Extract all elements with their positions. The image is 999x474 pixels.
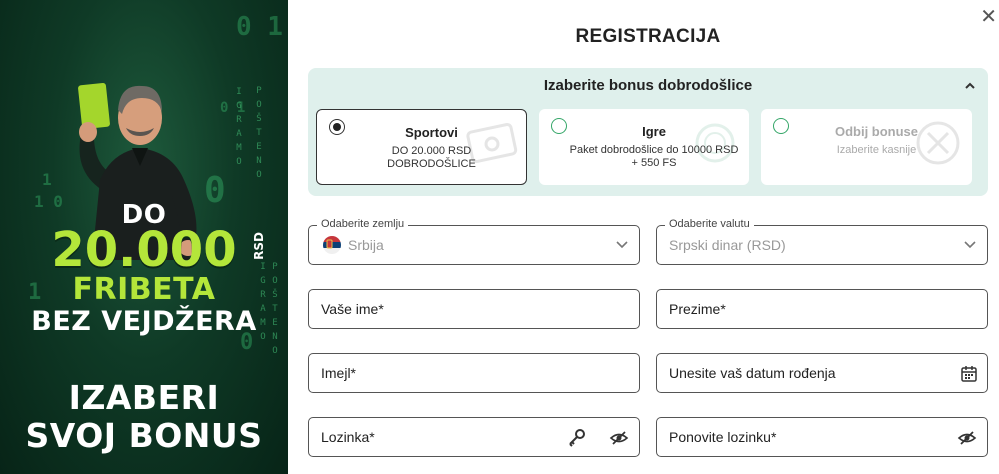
password-field[interactable]: Lozinka* bbox=[308, 417, 640, 457]
chevron-up-icon[interactable] bbox=[964, 80, 976, 94]
bonus-option-desc: DO 20.000 RSD DOBRODOŠLICE bbox=[387, 145, 476, 170]
currency-select[interactable]: Odaberite valutu Srpski dinar (RSD) bbox=[656, 218, 988, 265]
registration-page: 0 1 1 0 1 0 0 1 1 0 IGRAMO POŠTENO IGRAM… bbox=[0, 0, 999, 474]
first-name-placeholder: Vaše ime* bbox=[321, 301, 384, 317]
password-repeat-placeholder: Ponovite lozinku* bbox=[669, 429, 777, 445]
bonus-option-title: Odbij bonuse bbox=[834, 124, 919, 139]
registration-form: ✕ REGISTRACIJA Izaberite bonus dobrodošl… bbox=[288, 0, 999, 474]
birthdate-field[interactable]: Unesite vaš datum rođenja bbox=[656, 353, 988, 393]
bonus-selector: Izaberite bonus dobrodošlice Sportovi DO… bbox=[308, 68, 988, 196]
currency-value: Srpski dinar (RSD) bbox=[669, 237, 786, 253]
serbia-flag-icon bbox=[323, 236, 341, 254]
key-icon[interactable] bbox=[567, 428, 587, 448]
promo-fribeta: FRIBETA bbox=[72, 272, 216, 307]
promo-currency: RSD bbox=[252, 232, 266, 260]
country-label: Odaberite zemlju bbox=[317, 218, 409, 230]
close-icon[interactable]: ✕ bbox=[980, 4, 997, 28]
promo-no-wager: BEZ VEJDŽERA bbox=[31, 306, 257, 337]
bonus-option-decline[interactable]: Odbij bonuse Izaberite kasnije bbox=[761, 109, 972, 185]
radio-button-decline[interactable] bbox=[773, 118, 789, 134]
country-select[interactable]: Odaberite zemlju Srbija bbox=[308, 218, 640, 265]
chevron-down-icon bbox=[616, 241, 628, 249]
last-name-placeholder: Prezime* bbox=[669, 301, 726, 317]
eye-slash-icon[interactable] bbox=[609, 428, 629, 448]
promo-vertical-text: POŠTENO bbox=[256, 86, 262, 180]
promo-banner[interactable]: 0 1 1 0 1 0 0 1 1 0 IGRAMO POŠTENO IGRAM… bbox=[0, 0, 288, 474]
chevron-down-icon bbox=[964, 241, 976, 249]
promo-your-bonus: SVOJ BONUS bbox=[25, 416, 263, 455]
first-name-field[interactable]: Vaše ime* bbox=[308, 289, 640, 329]
bonus-option-title: Sportovi bbox=[405, 125, 458, 140]
bonus-option-desc: Izaberite kasnije bbox=[836, 144, 917, 156]
promo-amount: 20.000 bbox=[51, 222, 237, 278]
email-field[interactable]: Imejl* bbox=[308, 353, 640, 393]
promo-choose: IZABERI bbox=[68, 378, 220, 417]
promo-digits: 0 1 bbox=[236, 12, 283, 42]
bonus-option-sports[interactable]: Sportovi DO 20.000 RSD DOBRODOŠLICE bbox=[316, 109, 527, 185]
bonus-option-games[interactable]: Igre Paket dobrodošlice do 10000 RSD + 5… bbox=[539, 109, 749, 185]
password-placeholder: Lozinka* bbox=[321, 429, 375, 445]
radio-button-sports[interactable] bbox=[329, 119, 345, 135]
currency-label: Odaberite valutu bbox=[665, 218, 754, 230]
promo-digits: 1 bbox=[42, 170, 52, 189]
country-value: Srbija bbox=[348, 237, 384, 253]
radio-button-games[interactable] bbox=[551, 118, 567, 134]
calendar-icon[interactable] bbox=[959, 364, 979, 384]
last-name-field[interactable]: Prezime* bbox=[656, 289, 988, 329]
bonus-option-title: Igre bbox=[642, 124, 666, 139]
password-repeat-field[interactable]: Ponovite lozinku* bbox=[656, 417, 988, 457]
bonus-option-desc: Paket dobrodošlice do 10000 RSD + 550 FS bbox=[569, 144, 739, 169]
birthdate-placeholder: Unesite vaš datum rođenja bbox=[669, 365, 836, 381]
page-title: REGISTRACIJA bbox=[575, 26, 721, 47]
promo-vertical-text: IGRAMO bbox=[236, 87, 242, 167]
email-placeholder: Imejl* bbox=[321, 365, 357, 381]
bonus-title: Izaberite bonus dobrodošlice bbox=[543, 77, 753, 94]
eye-slash-icon[interactable] bbox=[957, 428, 977, 448]
